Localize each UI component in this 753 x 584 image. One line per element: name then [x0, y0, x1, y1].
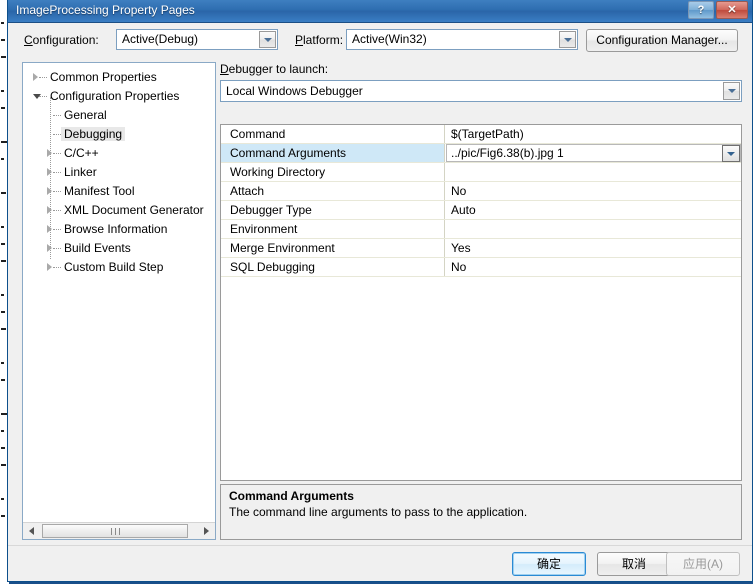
property-value: No	[451, 184, 467, 198]
property-name: Command Arguments	[230, 146, 347, 160]
configuration-bar: Configuration: Active(Debug) Platform: A…	[8, 23, 752, 56]
tree-item-label: Custom Build Step	[64, 260, 164, 274]
tree-connector	[53, 229, 61, 231]
property-value: No	[451, 260, 467, 274]
tree-item-custom-build-step[interactable]: Custom Build Step	[23, 258, 215, 277]
ok-button[interactable]: 确定	[512, 552, 586, 576]
tree-item-label: Debugging	[61, 127, 126, 141]
description-title: Command Arguments	[229, 489, 354, 503]
cancel-button[interactable]: 取消	[597, 552, 671, 576]
tree-connector	[39, 77, 47, 79]
platform-combobox[interactable]: Active(Win32)	[346, 29, 578, 50]
property-value: Auto	[451, 203, 476, 217]
property-value: ../pic/Fig6.38(b).jpg 1	[451, 146, 564, 160]
tree-item-label: General	[64, 108, 107, 122]
tree-item-label: Build Events	[64, 241, 131, 255]
scroll-left-icon[interactable]	[23, 523, 40, 539]
tree-connector-vertical	[50, 97, 52, 259]
tree-item-label: Common Properties	[50, 70, 157, 84]
configuration-manager-button[interactable]: Configuration Manager...	[586, 29, 738, 52]
cancel-button-label: 取消	[621, 557, 646, 571]
property-row[interactable]: Working Directory	[221, 163, 741, 182]
chevron-down-icon[interactable]	[259, 31, 276, 48]
dialog-footer: 确定 取消 应用(A)	[8, 545, 752, 581]
chevron-down-icon[interactable]	[559, 31, 576, 48]
platform-label-rest: latform:	[303, 33, 344, 47]
property-name: Debugger Type	[230, 203, 312, 217]
tree-horizontal-scrollbar[interactable]	[23, 522, 215, 539]
property-row[interactable]: Merge Environment Yes	[221, 239, 741, 258]
chevron-right-icon[interactable]	[47, 263, 52, 271]
property-value: Yes	[451, 241, 471, 255]
configuration-label-rest: onfiguration:	[32, 33, 99, 47]
tree-connector	[53, 153, 61, 155]
configuration-manager-label: Configuration Manager...	[596, 33, 728, 47]
chevron-right-icon[interactable]	[33, 73, 38, 81]
property-name: SQL Debugging	[230, 260, 315, 274]
tree-connector	[53, 191, 61, 193]
close-icon[interactable]: ✕	[716, 1, 748, 19]
property-row[interactable]: Debugger Type Auto	[221, 201, 741, 220]
property-name: Merge Environment	[230, 241, 335, 255]
property-row[interactable]: Command Arguments ../pic/Fig6.38(b).jpg 1	[221, 144, 741, 163]
window-title: ImageProcessing Property Pages	[16, 3, 195, 17]
title-bar: ImageProcessing Property Pages ? ✕	[8, 0, 752, 23]
tree-connector	[53, 210, 61, 212]
configuration-value: Active(Debug)	[122, 32, 199, 46]
property-value: $(TargetPath)	[451, 127, 524, 141]
tree-connector	[39, 96, 47, 98]
scroll-right-icon[interactable]	[198, 523, 215, 539]
footer-divider	[8, 545, 752, 546]
tree-connector	[53, 248, 61, 250]
apply-button-label: 应用(A)	[683, 557, 723, 571]
configuration-label: Configuration:	[24, 33, 99, 47]
scrollbar-thumb[interactable]	[42, 524, 188, 538]
tree-connector	[53, 115, 61, 117]
property-row[interactable]: Environment	[221, 220, 741, 239]
property-name: Environment	[230, 222, 298, 236]
debugger-to-launch-combobox[interactable]: Local Windows Debugger	[220, 80, 742, 102]
tree-item-label: Linker	[64, 165, 97, 179]
tree-connector	[53, 172, 61, 174]
debugger-to-launch-label: Debugger to launch:	[220, 62, 329, 76]
tree-item-label: XML Document Generator	[64, 203, 204, 217]
tree-connector	[53, 134, 61, 136]
platform-label: Platform:	[295, 33, 344, 47]
property-name: Working Directory	[230, 165, 326, 179]
debugger-label-rest: ebugger to launch:	[228, 62, 329, 76]
description-pane: Command Arguments The command line argum…	[220, 484, 742, 540]
tree-connector	[53, 267, 61, 269]
property-name: Attach	[230, 184, 265, 198]
property-grid[interactable]: Command $(TargetPath) Command Arguments ../…	[220, 124, 742, 481]
debugger-to-launch-value: Local Windows Debugger	[226, 84, 363, 98]
tree-item-common-properties[interactable]: Common Properties	[23, 68, 215, 87]
property-pages-dialog: ImageProcessing Property Pages ? ✕ Confi…	[7, 0, 753, 582]
tree-item-label: C/C++	[64, 146, 99, 160]
property-name: Command	[230, 127, 286, 141]
properties-tree[interactable]: Common Properties Configuration Propertie…	[22, 62, 216, 540]
chevron-down-icon[interactable]	[722, 145, 740, 162]
tree-item-label: Browse Information	[64, 222, 168, 236]
chevron-down-icon[interactable]	[723, 82, 740, 100]
tree-item-label: Configuration Properties	[50, 89, 180, 103]
platform-value: Active(Win32)	[352, 32, 427, 46]
property-row[interactable]: SQL Debugging No	[221, 258, 741, 277]
description-text: The command line arguments to pass to th…	[229, 505, 528, 519]
debugging-pane: Debugger to launch: Local Windows Debugg…	[220, 62, 742, 540]
property-row[interactable]: Command $(TargetPath)	[221, 125, 741, 144]
help-button[interactable]: ?	[688, 1, 714, 19]
configuration-combobox[interactable]: Active(Debug)	[116, 29, 278, 50]
property-row[interactable]: Attach No	[221, 182, 741, 201]
tree-item-label: Manifest Tool	[64, 184, 135, 198]
apply-button: 应用(A)	[666, 552, 740, 576]
ok-button-label: 确定	[536, 557, 561, 571]
